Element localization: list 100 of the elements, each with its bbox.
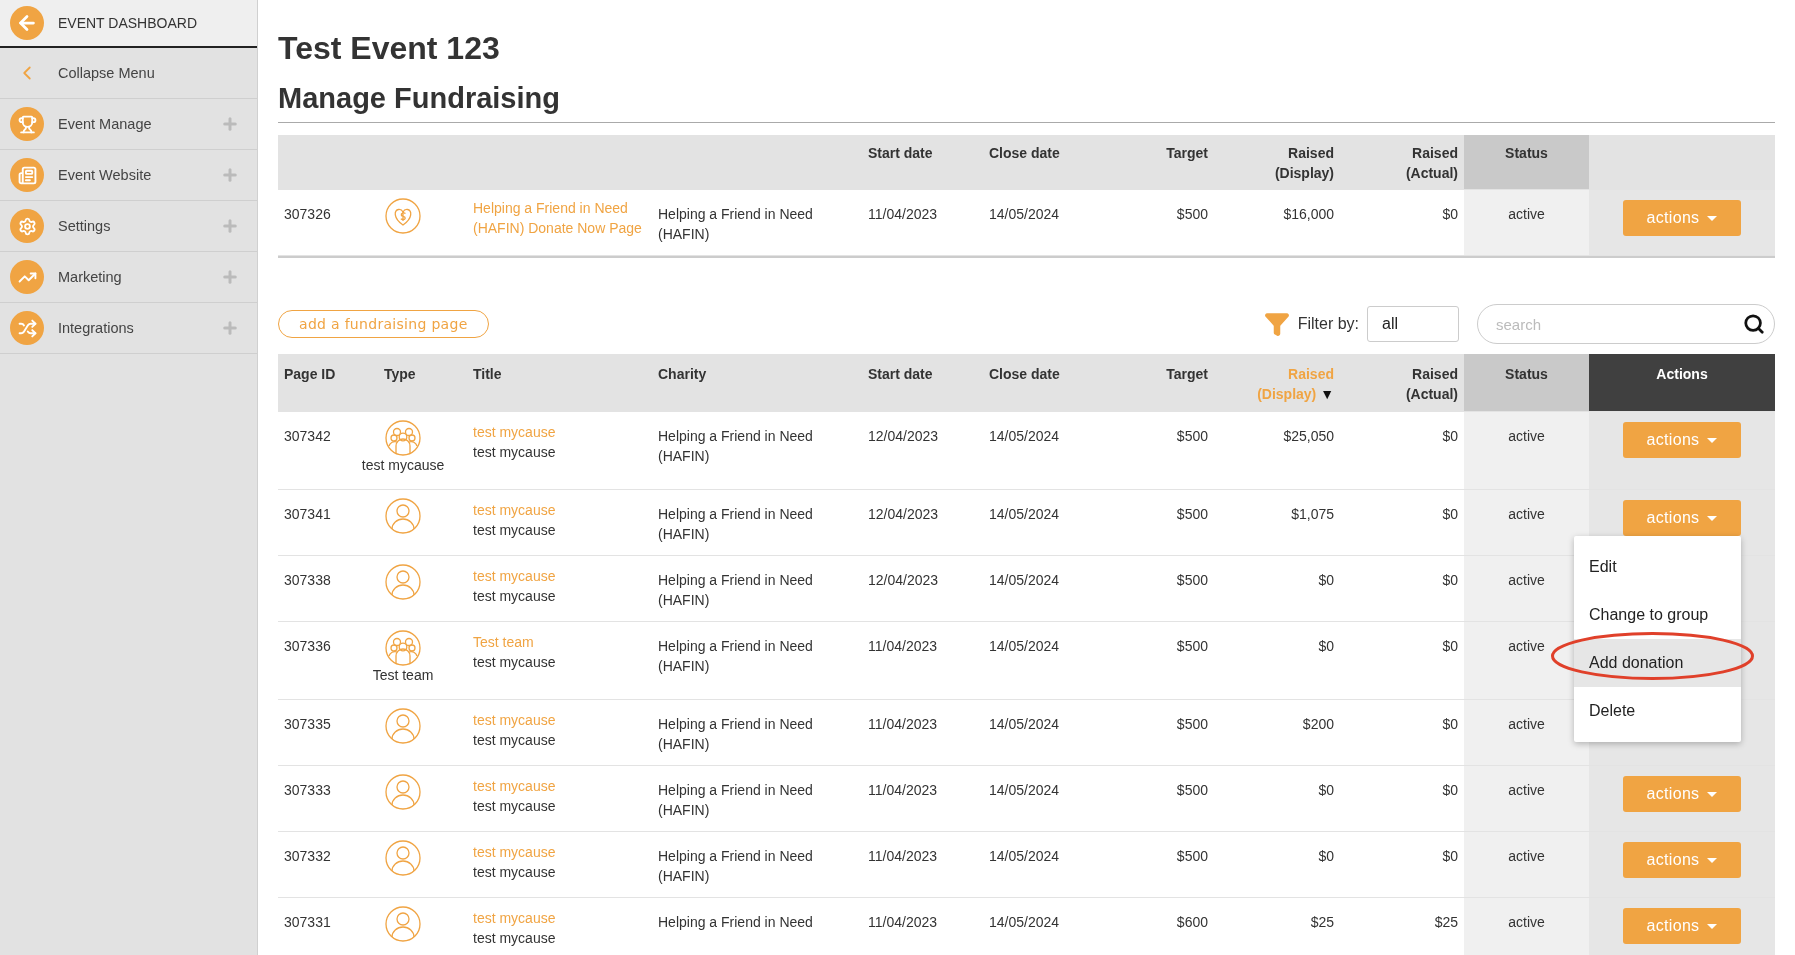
menu-item[interactable]: Change to group [1574,591,1741,639]
caret-icon [1707,437,1718,443]
actions-button[interactable]: actions [1623,908,1741,944]
sidebar-item[interactable]: Event Website [0,150,257,201]
actions-button[interactable]: actions [1623,500,1741,536]
table-cell-text: $0 [1442,781,1458,800]
page-title-link[interactable]: test mycause [473,500,556,520]
actions-button[interactable]: actions [1623,200,1741,236]
filter-select[interactable]: all [1367,306,1459,342]
plus-icon[interactable] [221,268,239,286]
trophy-icon [10,107,44,141]
sidebar-item[interactable]: Marketing [0,252,257,303]
column-header: Charity [658,365,707,384]
page-title-link[interactable]: test mycause [473,842,556,862]
group-icon [385,420,421,456]
plus-icon[interactable] [221,217,239,235]
table-cell-text: 14/05/2024 [989,205,1060,224]
table-cell-text: Helping a Friend in Need (HAFIN) [658,781,814,820]
page-subtitle: test mycause [473,863,556,882]
table-cell-text: $25 [1310,913,1334,932]
heart-dollar-icon [385,198,421,234]
table-cell-text: 11/04/2023 [868,637,938,656]
table-cell-text: $0 [1442,427,1458,446]
caret-icon [1707,215,1718,221]
table-cell-text: $0 [1442,571,1458,590]
add-fundraising-page-button[interactable]: add a fundraising page [278,310,489,338]
page-title-link[interactable]: test mycause [473,710,556,730]
menu-item[interactable]: Add donation [1574,639,1741,687]
table-cell-text: $0 [1318,637,1334,656]
table-cell-text: 307341 [284,505,331,524]
actions-button[interactable]: actions [1623,842,1741,878]
menu-item[interactable]: Edit [1574,543,1741,591]
table-cell-text: 11/04/2023 [868,205,938,224]
sidebar-item[interactable]: Event Manage [0,99,257,150]
table-cell-text: $500 [1176,427,1208,446]
page-title-link[interactable]: test mycause [473,776,556,796]
table-cell-text: $0 [1442,715,1458,734]
actions-button[interactable]: actions [1623,422,1741,458]
status-cell: active [1464,898,1589,955]
table-cell-text: $0 [1318,847,1334,866]
column-header[interactable]: Raised (Display) ▼ [1254,364,1334,404]
table-cell-text: 14/05/2024 [989,571,1060,590]
page-subtitle: test mycause [473,587,556,606]
table-cell-text: 307331 [284,913,331,932]
table-cell-text: Helping a Friend in Need (HAFIN) [658,847,814,886]
search-field[interactable]: search [1477,304,1775,344]
column-header: Raised (Actual) [1404,144,1458,183]
table-cell-text: 12/04/2023 [868,427,939,446]
table-cell-text: $0 [1442,205,1458,224]
column-header: Start date [868,144,933,163]
table-cell-text: $0 [1442,637,1458,656]
column-header: Actions [1589,354,1775,411]
person-icon [385,774,421,810]
page-subtitle: test mycause [473,929,556,948]
column-header: Raised (Display) [1273,144,1334,183]
table-cell-text: 307326 [284,205,331,224]
status-cell: active [1464,490,1589,555]
group-icon [385,630,421,666]
table-cell-text: $500 [1176,715,1208,734]
person-icon [385,564,421,600]
table-cell-text: 11/04/2023 [868,781,938,800]
column-header: Start date [868,365,933,384]
column-header: Status [1464,135,1589,189]
table-cell-text: 14/05/2024 [989,715,1060,734]
sidebar-item[interactable]: Integrations [0,303,257,354]
table-cell-text: $200 [1302,715,1334,734]
plus-icon[interactable] [221,319,239,337]
page-title-link[interactable]: Helping a Friend in Need (HAFIN) Donate Now Page [473,198,652,238]
collapse-menu-item[interactable]: Collapse Menu [0,48,257,99]
table-cell-text: 307336 [284,637,331,656]
caret-icon [1707,791,1718,797]
plus-icon[interactable] [221,115,239,133]
page-title-link[interactable]: Test team [473,632,534,652]
type-caption: test mycause [361,456,445,474]
plus-icon[interactable] [221,166,239,184]
table-cell-text: $1,075 [1291,505,1334,524]
search-icon[interactable] [1743,313,1765,335]
page-heading: Manage Fundraising [278,80,1775,123]
person-icon [385,840,421,876]
menu-item[interactable]: Delete [1574,687,1741,735]
table-cell-text: Helping a Friend in Need (HAFIN) [658,205,814,244]
table-cell-text: 14/05/2024 [989,913,1060,932]
table-cell-text: 307332 [284,847,331,866]
table-cell-text: 14/05/2024 [989,505,1060,524]
caret-icon [1707,923,1718,929]
page-title-link[interactable]: test mycause [473,566,556,586]
filter-label: Filter by: [1297,315,1359,333]
page-title-link[interactable]: test mycause [473,422,556,442]
table-cell-text: 11/04/2023 [868,847,938,866]
column-header: Type [384,365,416,384]
table-cell-text: 307342 [284,427,331,446]
actions-button[interactable]: actions [1623,776,1741,812]
table-cell-text: $25 [1434,913,1458,932]
column-header: Raised (Actual) [1404,365,1458,404]
column-header: Status [1464,354,1589,411]
column-header: Close date [989,365,1060,384]
sidebar-item[interactable]: Settings [0,201,257,252]
table-cell-text: $500 [1176,637,1208,656]
person-icon [385,498,421,534]
page-title-link[interactable]: test mycause [473,908,556,928]
